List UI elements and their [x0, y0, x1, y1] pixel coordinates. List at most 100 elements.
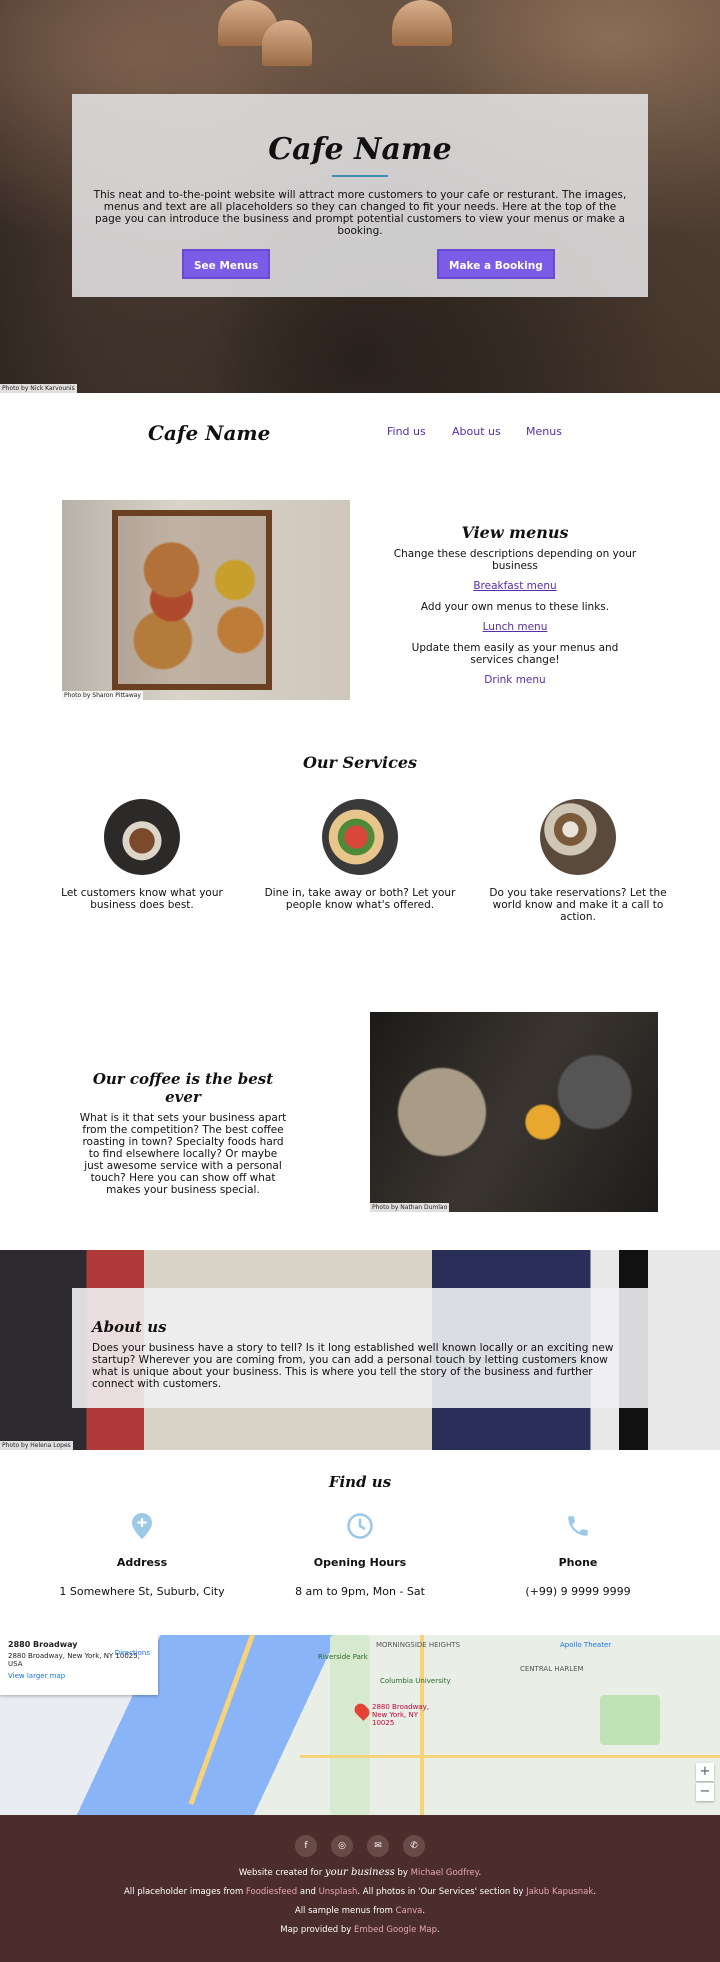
about-title: About us: [92, 1318, 167, 1336]
nav-link-find-us[interactable]: Find us: [387, 425, 426, 438]
services-title: Our Services: [302, 753, 418, 772]
map-info-card: 2880 Broadway 2880 Broadway, New York, N…: [0, 1635, 158, 1695]
hero-description: This neat and to-the-point website will …: [93, 189, 627, 237]
map-area-label: Columbia University: [380, 1677, 451, 1685]
service-text: Let customers know what your business do…: [61, 887, 223, 911]
hours-block: Opening Hours 8 am to 9pm, Mon - Sat: [260, 1510, 460, 1598]
breakfast-menu-link[interactable]: Breakfast menu: [390, 580, 640, 592]
footer-emphasis: your business: [324, 1867, 395, 1878]
footer-credit: Website created for your business by Mic…: [238, 1867, 482, 1878]
nav-brand[interactable]: Cafe Name: [148, 421, 270, 445]
map-card-title: 2880 Broadway: [8, 1640, 78, 1649]
map-area-label: Apollo Theater: [560, 1641, 612, 1649]
menus-column: View menus Change these descriptions dep…: [390, 523, 640, 695]
lamp-decoration: [262, 20, 312, 66]
address-label: Address: [116, 1556, 168, 1569]
footer-text: . All photos in 'Our Services' section b…: [357, 1887, 524, 1897]
footer-text: All placeholder images from: [123, 1887, 244, 1897]
coffee-column: Our coffee is the best ever What is it t…: [78, 1070, 288, 1196]
photo-credit[interactable]: Photo by Sharon Pittaway: [62, 691, 143, 700]
menus-title: View menus: [461, 523, 569, 542]
table-spread-photo: [540, 799, 616, 875]
menus-line: Add your own menus to these links.: [420, 601, 610, 613]
hero-title: Cafe Name: [268, 132, 452, 167]
phone-value: (+99) 9 9999 9999: [525, 1585, 631, 1598]
embedded-map[interactable]: MORNINGSIDE HEIGHTS CENTRAL HARLEM Colum…: [0, 1635, 720, 1815]
hours-label: Opening Hours: [313, 1556, 407, 1569]
map-road: [188, 1635, 255, 1805]
map-area-label: Riverside Park: [318, 1653, 368, 1661]
phone-icon: [478, 1510, 678, 1542]
navbar: Cafe Name Find us About us Menus: [0, 393, 720, 473]
about-text: Does your business have a story to tell?…: [92, 1342, 614, 1390]
address-value: 1 Somewhere St, Suburb, City: [59, 1585, 225, 1598]
menus-section: Photo by Sharon Pittaway View menus Chan…: [0, 473, 720, 733]
map-pin-icon: [42, 1510, 242, 1542]
food-photo: Photo by Sharon Pittaway: [62, 500, 350, 700]
service-item: Let customers know what your business do…: [42, 799, 242, 911]
unsplash-link[interactable]: Unsplash: [319, 1887, 358, 1897]
photo-credit[interactable]: Photo by Nick Karvounis: [0, 384, 77, 393]
drink-menu-link[interactable]: Drink menu: [390, 674, 640, 686]
cutting-board: [112, 510, 272, 690]
menus-line: Update them easily as your menus and ser…: [411, 642, 619, 666]
canva-link[interactable]: Canva: [396, 1906, 423, 1916]
hero-panel: Cafe Name This neat and to-the-point web…: [72, 94, 648, 297]
zoom-out-button[interactable]: −: [696, 1783, 714, 1801]
map-area-label: MORNINGSIDE HEIGHTS: [376, 1641, 461, 1649]
footer-menus-credit: All sample menus from Canva.: [294, 1906, 426, 1916]
about-panel: About us Does your business have a story…: [72, 1288, 648, 1408]
photo-credit[interactable]: Photo by Helena Lopes: [0, 1441, 73, 1450]
map-road: [300, 1755, 720, 1758]
pin-label: 2880 Broadway, New York, NY 10025: [372, 1703, 429, 1727]
title-rule: [332, 175, 388, 177]
phone-icon[interactable]: ✆: [403, 1835, 425, 1857]
facebook-icon[interactable]: f: [295, 1835, 317, 1857]
pour-over-photo: Photo by Nathan Dumlao: [370, 1012, 658, 1212]
hours-value: 8 am to 9pm, Mon - Sat: [295, 1585, 425, 1598]
footer-text: All sample menus from: [294, 1906, 393, 1916]
phone-block: Phone (+99) 9 9999 9999: [478, 1510, 678, 1598]
coffee-title: Our coffee is the best ever: [92, 1070, 274, 1106]
instagram-icon[interactable]: ◎: [331, 1835, 353, 1857]
nav-link-menus[interactable]: Menus: [526, 425, 562, 438]
directions-link[interactable]: Directions: [115, 1649, 150, 1657]
coffee-text: What is it that sets your business apart…: [79, 1112, 287, 1196]
photo-credit[interactable]: Photo by Nathan Dumlao: [370, 1203, 450, 1212]
map-park: [330, 1635, 370, 1815]
phone-label: Phone: [558, 1556, 598, 1569]
service-text: Dine in, take away or both? Let your peo…: [264, 887, 456, 911]
footer-text: Map provided by: [280, 1925, 352, 1935]
email-icon[interactable]: ✉: [367, 1835, 389, 1857]
photographer-link[interactable]: Jakub Kapusnak: [526, 1887, 593, 1897]
make-booking-button[interactable]: Make a Booking: [437, 249, 555, 279]
service-item: Do you take reservations? Let the world …: [478, 799, 678, 923]
footer-text: by: [397, 1868, 408, 1878]
services-section: Our Services Let customers know what you…: [0, 733, 720, 980]
about-section: About us Does your business have a story…: [0, 1250, 720, 1450]
social-links: f ◎ ✉ ✆: [0, 1835, 720, 1857]
service-text: Do you take reservations? Let the world …: [489, 887, 667, 923]
footer-text: and: [299, 1887, 316, 1897]
author-link[interactable]: Michael Godfrey: [411, 1868, 479, 1878]
map-area-label: CENTRAL HARLEM: [520, 1665, 584, 1673]
nav-link-about-us[interactable]: About us: [452, 425, 501, 438]
footer-text: Website created for: [238, 1868, 323, 1878]
dinner-plate-photo: [322, 799, 398, 875]
foodiesfeed-link[interactable]: Foodiesfeed: [246, 1887, 297, 1897]
view-larger-map-link[interactable]: View larger map: [8, 1672, 150, 1680]
menus-line: Change these descriptions depending on y…: [393, 548, 637, 572]
footer: f ◎ ✉ ✆ Website created for your busines…: [0, 1815, 720, 1962]
coffee-cup-photo: [104, 799, 180, 875]
find-us-title: Find us: [328, 1473, 392, 1491]
lunch-menu-link[interactable]: Lunch menu: [390, 621, 640, 633]
clock-icon: [260, 1510, 460, 1542]
footer-map-credit: Map provided by Embed Google Map.: [280, 1925, 440, 1935]
see-menus-button[interactable]: See Menus: [182, 249, 271, 279]
hero-section: Cafe Name This neat and to-the-point web…: [0, 0, 720, 393]
coffee-section: Our coffee is the best ever What is it t…: [0, 980, 720, 1250]
footer-images-credit: All placeholder images from Foodiesfeed …: [123, 1887, 597, 1897]
embed-map-link[interactable]: Embed Google Map: [354, 1925, 437, 1935]
zoom-in-button[interactable]: +: [696, 1763, 714, 1781]
service-item: Dine in, take away or both? Let your peo…: [260, 799, 460, 911]
